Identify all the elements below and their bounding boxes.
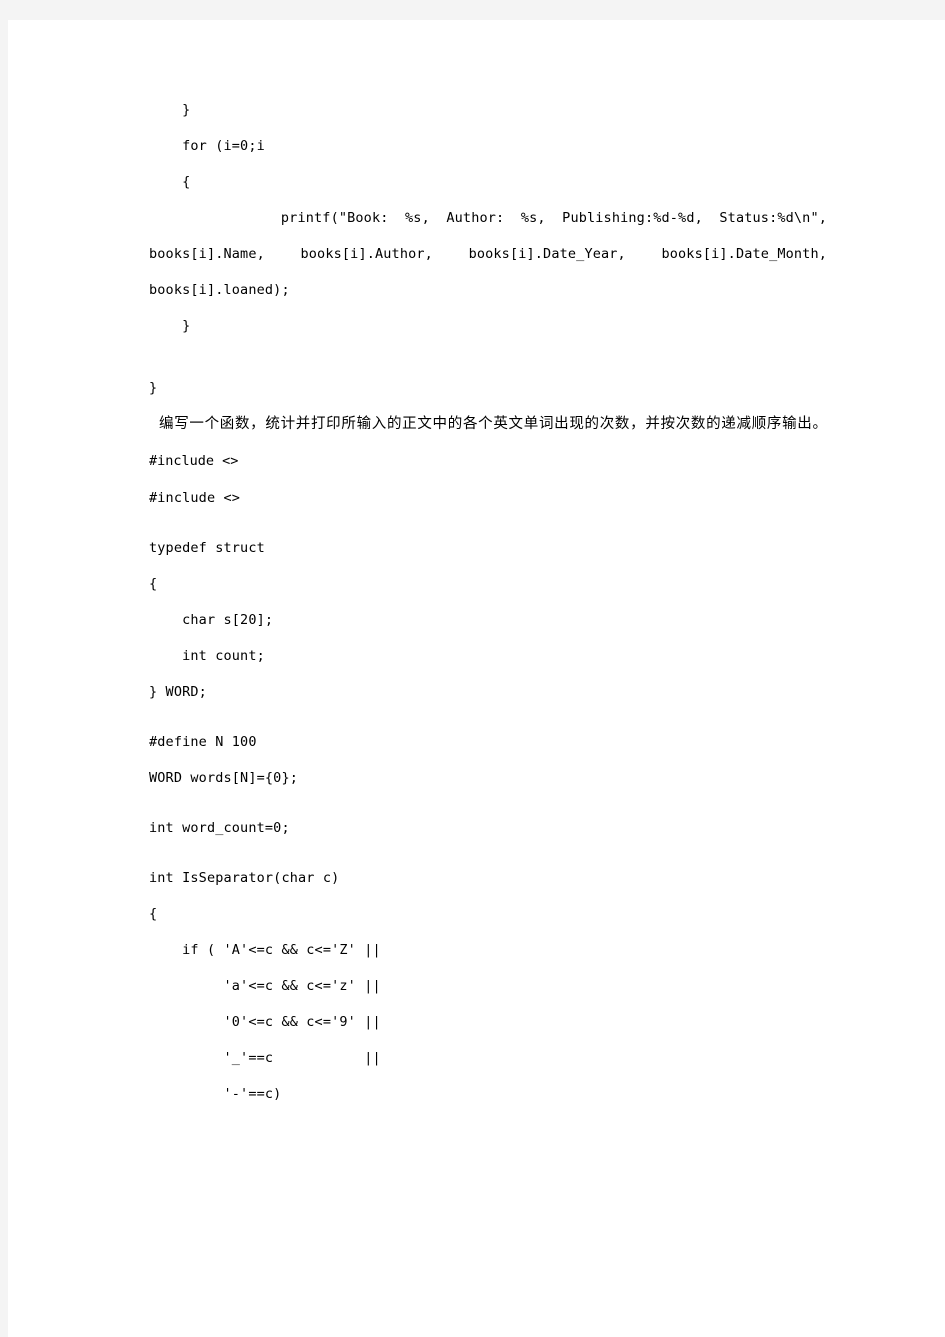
exercise-prompt-paragraph: 编写一个函数，统计并打印所输入的正文中的各个英文单词出现的次数，并按次数的递减顺…	[149, 406, 827, 480]
printf-arg-2: books[i].Date_Year,	[468, 246, 626, 262]
code-line-is-separator-open-brace: {	[149, 906, 158, 922]
code-line-word-typedef-end: } WORD;	[149, 684, 207, 700]
code-line-word-count: int word_count=0;	[149, 820, 290, 836]
code-line-define-n: #define N 100	[149, 734, 257, 750]
code-line-int-count: int count;	[149, 648, 265, 664]
code-line-for-loop: for (i=0;i	[149, 138, 265, 154]
code-line-char-s: char s[20];	[149, 612, 274, 628]
code-line-printf-header: printf("Book: %s, Author: %s, Publishing…	[149, 200, 827, 236]
code-spacer-3	[149, 710, 827, 724]
code-line-if-cond-upper: if ( 'A'<=c && c<='Z' ||	[149, 942, 381, 958]
code-line-if-cond-digit: '0'<=c && c<='9' ||	[149, 1014, 381, 1030]
printf-seg-0: printf("Book:	[280, 210, 389, 226]
code-line-words-array: WORD words[N]={0};	[149, 770, 298, 786]
code-line-struct-open: {	[149, 576, 158, 592]
code-line-close-brace-outer: }	[149, 380, 158, 396]
printf-seg-2: Author:	[446, 210, 505, 226]
exercise-prompt-include: #include <>	[149, 453, 239, 469]
printf-seg-1: %s,	[405, 210, 430, 226]
code-line-if-cond-underscore: '_'==c ||	[149, 1050, 381, 1066]
exercise-prompt-text: 编写一个函数，统计并打印所输入的正文中的各个英文单词出现的次数，并按次数的递减顺…	[159, 416, 827, 432]
code-line-is-separator-signature: int IsSeparator(char c)	[149, 870, 340, 886]
document-page: } for (i=0;i { printf("Book: %s, Author:…	[8, 20, 945, 1337]
code-line-printf-args: books[i].Name, books[i].Author, books[i]…	[149, 236, 827, 272]
code-line-if-cond-lower: 'a'<=c && c<='z' ||	[149, 978, 381, 994]
code-line-include: #include <>	[149, 490, 241, 506]
code-spacer-1	[149, 344, 827, 370]
document-content: } for (i=0;i { printf("Book: %s, Author:…	[149, 92, 827, 1112]
code-spacer-2	[149, 516, 827, 530]
document-viewport: } for (i=0;i { printf("Book: %s, Author:…	[0, 0, 945, 1337]
printf-arg-3: books[i].Date_Month,	[661, 246, 828, 262]
code-line-if-cond-hyphen: '-'==c)	[149, 1086, 282, 1102]
printf-arg-0: books[i].Name,	[149, 246, 265, 262]
code-line-close-brace-2: }	[149, 318, 191, 334]
code-line-printf-args-last: books[i].loaned);	[149, 282, 290, 298]
code-line-close-brace-1: }	[149, 102, 191, 118]
code-line-open-brace-1: {	[149, 174, 191, 190]
code-spacer-5	[149, 846, 827, 860]
printf-arg-1: books[i].Author,	[300, 246, 433, 262]
printf-indent	[149, 210, 281, 226]
printf-seg-3: %s,	[520, 210, 546, 226]
code-line-typedef: typedef struct	[149, 540, 265, 556]
printf-seg-4: Publishing:%d-%d,	[562, 210, 703, 226]
printf-seg-5: Status:%d\n",	[719, 210, 828, 226]
code-spacer-4	[149, 796, 827, 810]
